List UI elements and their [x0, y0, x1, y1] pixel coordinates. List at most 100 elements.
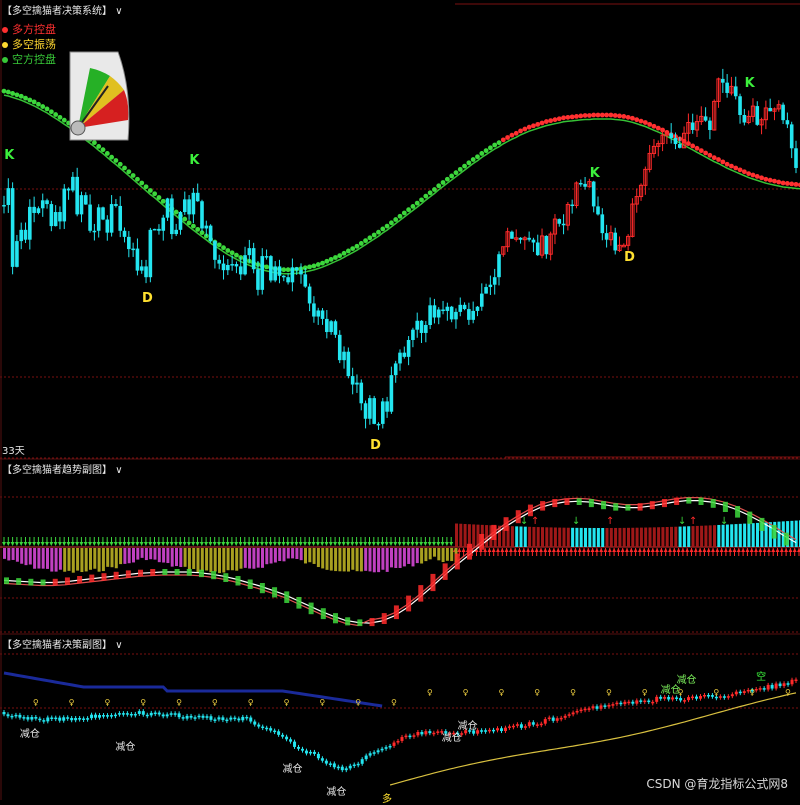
trend-arrow-head	[560, 548, 565, 552]
hist-bar	[635, 527, 639, 547]
hist-bar	[515, 526, 519, 547]
decision-candle	[30, 717, 34, 720]
hist-bar	[71, 548, 75, 573]
candle-body	[742, 115, 747, 123]
trend-arrow-head	[315, 542, 320, 546]
candle-body	[355, 382, 359, 385]
trend-arrow-head	[139, 542, 144, 546]
ribbon-block	[576, 498, 582, 505]
hist-bar	[286, 548, 290, 559]
ma-dot	[561, 115, 566, 121]
candle-body	[329, 321, 333, 333]
decision-candle	[738, 691, 742, 694]
osc-panel-title[interactable]: 【多空擒猫者趋势副图】 ∨	[2, 461, 123, 476]
chevron-down-icon[interactable]: ∨	[115, 465, 122, 476]
hist-bar	[114, 548, 118, 569]
ribbon-block	[674, 497, 680, 505]
decision-candle	[671, 697, 675, 700]
trend-arrow-head	[449, 542, 454, 546]
candle-body	[294, 267, 299, 271]
candle-body	[578, 182, 583, 185]
ma-dot	[776, 179, 782, 185]
ribbon-block	[357, 619, 363, 627]
ma-dot	[216, 242, 222, 248]
candle-body	[621, 244, 626, 248]
trend-arrow-head	[607, 548, 612, 552]
chevron-down-icon[interactable]: ∨	[115, 640, 122, 651]
decision-candle	[432, 732, 436, 735]
decision-candle	[786, 683, 790, 685]
ma-dot	[18, 93, 24, 99]
ribbon-block	[613, 503, 619, 511]
ribbon-block	[332, 613, 338, 624]
decision-candle	[547, 717, 551, 720]
trend-arrow-head	[148, 542, 153, 546]
ribbon-block	[259, 583, 265, 594]
candle-body	[424, 325, 428, 333]
trend-arrow-head	[324, 542, 329, 546]
trend-arrow-head	[629, 548, 634, 552]
trend-arrow-head	[715, 548, 720, 552]
hist-bar	[472, 524, 476, 547]
candle-body	[200, 201, 204, 229]
candle-body	[234, 264, 239, 267]
ma-dot	[526, 124, 532, 130]
trend-arrow-head	[389, 542, 393, 546]
decision-candle	[229, 717, 233, 720]
decision-candle	[269, 728, 273, 731]
decision-candle	[683, 700, 687, 702]
hist-bar	[381, 548, 385, 570]
ma-dot	[565, 114, 571, 120]
candle-body	[251, 248, 256, 270]
candle-body	[363, 403, 368, 419]
marker-icon: ♀	[391, 698, 397, 707]
trend-arrow-head	[620, 548, 625, 552]
ma-dot	[27, 97, 33, 103]
hist-bar	[110, 548, 114, 568]
decision-candle	[663, 696, 667, 699]
trend-arrow-head	[393, 542, 398, 546]
trend-arrow-head	[680, 548, 685, 552]
decision-candle	[384, 747, 388, 749]
decision-candle	[591, 706, 595, 709]
decision-candle	[496, 728, 500, 731]
hist-bar	[764, 522, 768, 547]
signal-arrow: ↑	[531, 516, 539, 527]
decision-candle	[639, 700, 643, 702]
trend-arrow-head	[354, 542, 359, 546]
ma-dot	[784, 181, 790, 186]
trend-arrow-head	[225, 542, 230, 546]
decision-candle	[90, 714, 94, 719]
trend-arrow-head	[784, 548, 789, 552]
trend-arrow-head	[440, 542, 445, 546]
candle-body	[445, 306, 450, 311]
hist-bar	[355, 548, 359, 572]
marker-icon: ♀	[570, 688, 576, 697]
chevron-down-icon[interactable]: ∨	[115, 6, 122, 17]
candle-body	[71, 176, 75, 191]
ribbon-block	[4, 577, 9, 585]
decision-candle	[285, 736, 289, 740]
ribbon-block	[698, 497, 704, 505]
candle-body	[479, 293, 484, 307]
ma-dot	[229, 250, 235, 256]
hist-bar	[420, 548, 424, 564]
trend-arrow-head	[732, 548, 737, 552]
decision-candle	[511, 725, 515, 728]
candle-body	[785, 120, 790, 125]
decision-candle	[698, 696, 702, 699]
trend-arrow-head	[307, 542, 312, 546]
decision-candle	[46, 717, 50, 722]
marker-icon: ♀	[713, 688, 719, 697]
decision-candle	[117, 713, 121, 715]
candle-body	[75, 176, 79, 215]
candle-body	[613, 232, 618, 251]
ma-dot	[113, 158, 119, 163]
main-panel-title[interactable]: 【多空擒猫者决策系统】 ∨	[2, 2, 123, 17]
bottom-panel-title[interactable]: 【多空擒猫者决策副图】 ∨	[2, 636, 123, 651]
trend-arrow-head	[432, 542, 436, 546]
hist-bar	[256, 548, 260, 568]
ma-dot	[552, 117, 558, 123]
decision-candle	[603, 705, 607, 707]
hist-bar	[725, 524, 729, 547]
